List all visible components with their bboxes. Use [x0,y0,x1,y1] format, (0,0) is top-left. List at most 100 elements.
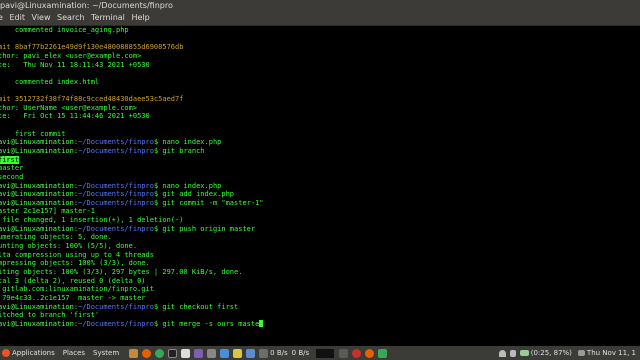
terminal-text: $ git merge -s ours maste [153,319,260,328]
terminal-line: mit 8baf77b2261e49d9f130e480088855d69085… [0,43,640,52]
terminal-output[interactable]: commented invoice_aging.phpmit 8baf77b22… [0,26,640,346]
window-title: pavi@Linuxamination: ~/Documents/finpro [0,1,173,10]
settings-icon[interactable] [207,348,217,358]
terminal-text: lta compression using up to 4 threads [0,250,154,259]
terminal-text: avi@Linuxamination [0,302,74,311]
terminal-text: umerating objects: 5, done. [0,233,112,242]
terminal-text: first commit [0,129,66,138]
terminal-line: te: Thu Nov 11 18:11:43 2021 +0530 [0,61,640,70]
menu-search[interactable]: Search [57,11,84,25]
terminal-line: gitlab.com:linuxamination/finpro.git [0,285,640,294]
net-up-speed: 0 B/s [291,349,310,357]
monitor-icon[interactable] [246,348,256,358]
menu-view[interactable]: View [32,11,51,25]
app-launcher-icon[interactable] [194,348,204,358]
ubuntu-logo-icon [2,349,10,357]
terminal-text: ~/Documents/finpro [78,181,154,190]
terminal-line: avi@Linuxamination:~/Documents/finpro$ g… [0,225,640,234]
terminal-text: $ nano index.php [153,181,222,190]
terminal-text: avi@Linuxamination [0,319,74,328]
keyboard-icon[interactable] [577,350,585,356]
terminal-text: $ git push origin master [153,224,256,233]
tray-icon-1[interactable] [339,348,349,358]
terminal-line: mit 3512732f38f74f88c9cced48430daee53c5a… [0,95,640,104]
terminal-line: lta compression using up to 4 threads [0,251,640,260]
tray-icon-3[interactable] [365,348,375,358]
places-label: Places [62,349,86,357]
terminal-line: aster 2c1e157] master-1 [0,207,640,216]
terminal-line: avi@Linuxamination:~/Documents/finpro$ g… [0,199,640,208]
terminal-line: iting objects: 100% (3/3), 297 bytes | 2… [0,268,640,277]
tray-icon-4[interactable] [378,348,388,358]
terminal-line: mpressing objects: 100% (3/3), done. [0,259,640,268]
terminal-line: te: Fri Oct 15 11:44:46 2021 +0530 [0,112,640,121]
terminal-text: ~/Documents/finpro [78,319,154,328]
wifi-icon[interactable] [498,349,506,357]
applications-label: Applications [12,349,55,357]
terminal-text: avi@Linuxamination [0,224,74,233]
system-tray: (0:25, 87%) Thu Nov 11, 1 [497,346,640,360]
firefox-icon[interactable] [142,348,152,358]
terminal-line: avi@Linuxamination:~/Documents/finpro$ n… [0,138,640,147]
terminal-text: tal 3 (delta 2), reused 0 (delta 0) [0,276,146,285]
terminal-text: ~/Documents/finpro [78,138,154,147]
terminal-line: avi@Linuxamination:~/Documents/finpro$ g… [0,147,640,156]
menu-edit[interactable]: Edit [9,11,25,25]
system-menu[interactable]: System [93,346,123,360]
terminal-text: first [0,155,20,164]
terminal-line: avi@Linuxamination:~/Documents/finpro$ g… [0,319,640,329]
terminal-text: ~/Documents/finpro [78,146,154,155]
volume-icon[interactable] [509,349,516,357]
chrome-icon[interactable] [155,348,165,358]
terminal-line: thor: UserName <user@example.com> [0,104,640,113]
terminal-text: avi@Linuxamination [0,138,74,147]
places-menu[interactable]: Places [63,346,89,360]
terminal-text: ~/Documents/finpro [78,198,154,207]
terminal-text: mpressing objects: 100% (3/3), done. [0,259,150,268]
terminal-line: commented invoice_aging.php [0,26,640,35]
taskbar: Applications Places System 0 B/s 0 B/s (… [0,346,640,360]
menu-file[interactable]: e [0,11,3,25]
terminal-text: $ git checkout first [153,302,239,311]
terminal-text: aster 2c1e157] master-1 [0,207,95,216]
terminal-text: ~/Documents/finpro [78,302,154,311]
mail-icon[interactable] [233,348,243,358]
terminal-text: ~/Documents/finpro [78,190,154,199]
menu-terminal[interactable]: Terminal [91,11,125,25]
terminal-text: ~/Documents/finpro [78,224,154,233]
file-manager-icon[interactable] [129,348,139,358]
terminal-text: mit 3512732f38f74f88c9cced48430daee53c5a… [0,95,184,104]
terminal-line: commented index.html [0,78,640,87]
system-monitor-graph [316,348,335,358]
text-editor-icon[interactable] [181,348,191,358]
terminal-text: gitlab.com:linuxamination/finpro.git [0,285,154,294]
terminal-text: te: Thu Nov 11 18:11:43 2021 +0530 [0,60,150,69]
menu-help[interactable]: Help [131,11,149,25]
terminal-line: avi@Linuxamination:~/Documents/finpro$ g… [0,303,640,312]
terminal-text: thor: UserName <user@example.com> [0,103,138,112]
terminal-text: 79e4c33..2c1e157 master -> master [0,293,146,302]
applications-menu[interactable]: Applications [0,346,59,360]
terminal-launcher-icon[interactable] [168,348,178,358]
terminal-line: itched to branch 'first' [0,311,640,320]
battery-icon[interactable] [519,350,529,356]
clock[interactable]: Thu Nov 11, 1 [587,346,636,360]
terminal-line: file changed, 1 insertion(+), 1 deletion… [0,216,640,225]
terminal-line: first commit [0,130,640,139]
battery-status[interactable]: (0:25, 87%) [531,346,572,360]
terminal-text: mit 8baf77b2261e49d9f130e480088855d69085… [0,43,184,52]
terminal-line: avi@Linuxamination:~/Documents/finpro$ g… [0,190,640,199]
terminal-text: avi@Linuxamination [0,181,74,190]
terminal-text: $ git branch [153,146,205,155]
network-icon[interactable] [259,348,269,358]
image-viewer-icon[interactable] [220,348,230,358]
terminal-line: second [0,173,640,182]
tray-icon-2[interactable] [352,348,362,358]
terminal-line: thor: pavi_elex <user@example.com> [0,52,640,61]
terminal-text: $ nano index.php [153,138,222,147]
terminal-line: tal 3 (delta 2), reused 0 (delta 0) [0,277,640,286]
